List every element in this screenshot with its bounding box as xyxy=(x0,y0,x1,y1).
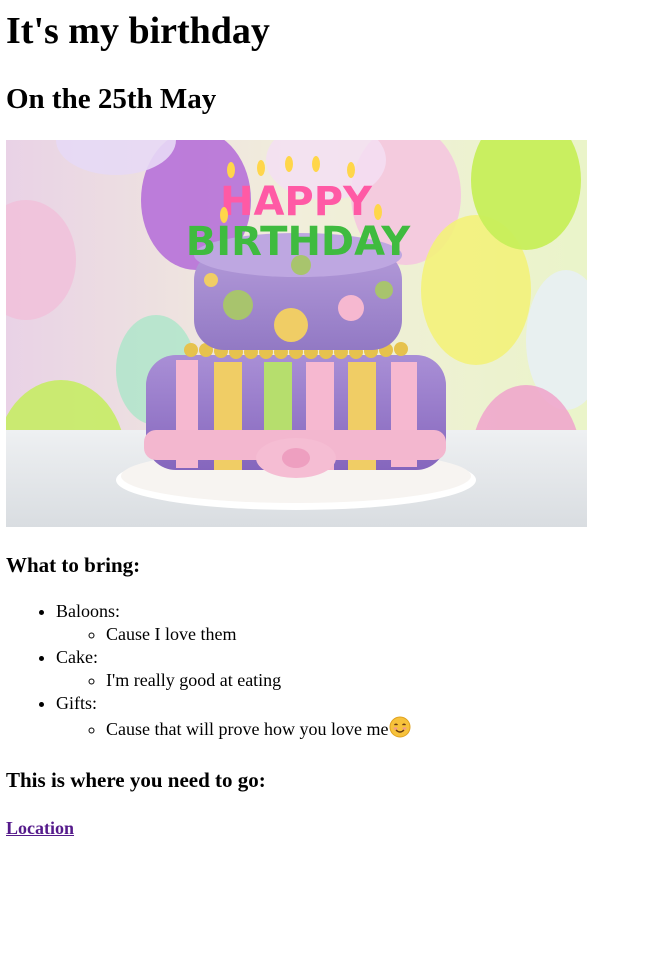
what-to-bring-heading: What to bring: xyxy=(6,553,141,577)
list-item-label: Baloons: xyxy=(56,601,121,621)
sub-list-item: I'm really good at eating xyxy=(106,669,411,692)
list-item: Baloons: Cause I love them xyxy=(56,600,411,646)
list-item-label: Cake: xyxy=(56,647,98,667)
sub-list-item: Cause that will prove how you love me xyxy=(106,715,411,743)
sub-list-item: Cause I love them xyxy=(106,623,411,646)
birthday-cake-image: HAPPY BIRTHDAY xyxy=(6,140,587,527)
page-subtitle: On the 25th May xyxy=(6,83,217,115)
svg-text:BIRTHDAY: BIRTHDAY xyxy=(186,219,411,265)
where-to-go-heading: This is where you need to go: xyxy=(6,768,266,792)
list-item-label: Gifts: xyxy=(56,693,98,713)
list-item: Gifts: Cause that will prove how you lov… xyxy=(56,692,411,743)
sub-list: I'm really good at eating xyxy=(56,669,411,692)
sub-list: Cause that will prove how you love me xyxy=(56,715,411,743)
location-link[interactable]: Location xyxy=(6,817,74,840)
page: It's my birthday On the 25th May HAPPY B… xyxy=(0,0,647,978)
smiling-face-emoji xyxy=(389,716,411,738)
sub-list: Cause I love them xyxy=(56,623,411,646)
bring-list: Baloons: Cause I love them Cake: I'm rea… xyxy=(6,600,411,743)
page-title: It's my birthday xyxy=(6,10,270,52)
list-item: Cake: I'm really good at eating xyxy=(56,646,411,692)
